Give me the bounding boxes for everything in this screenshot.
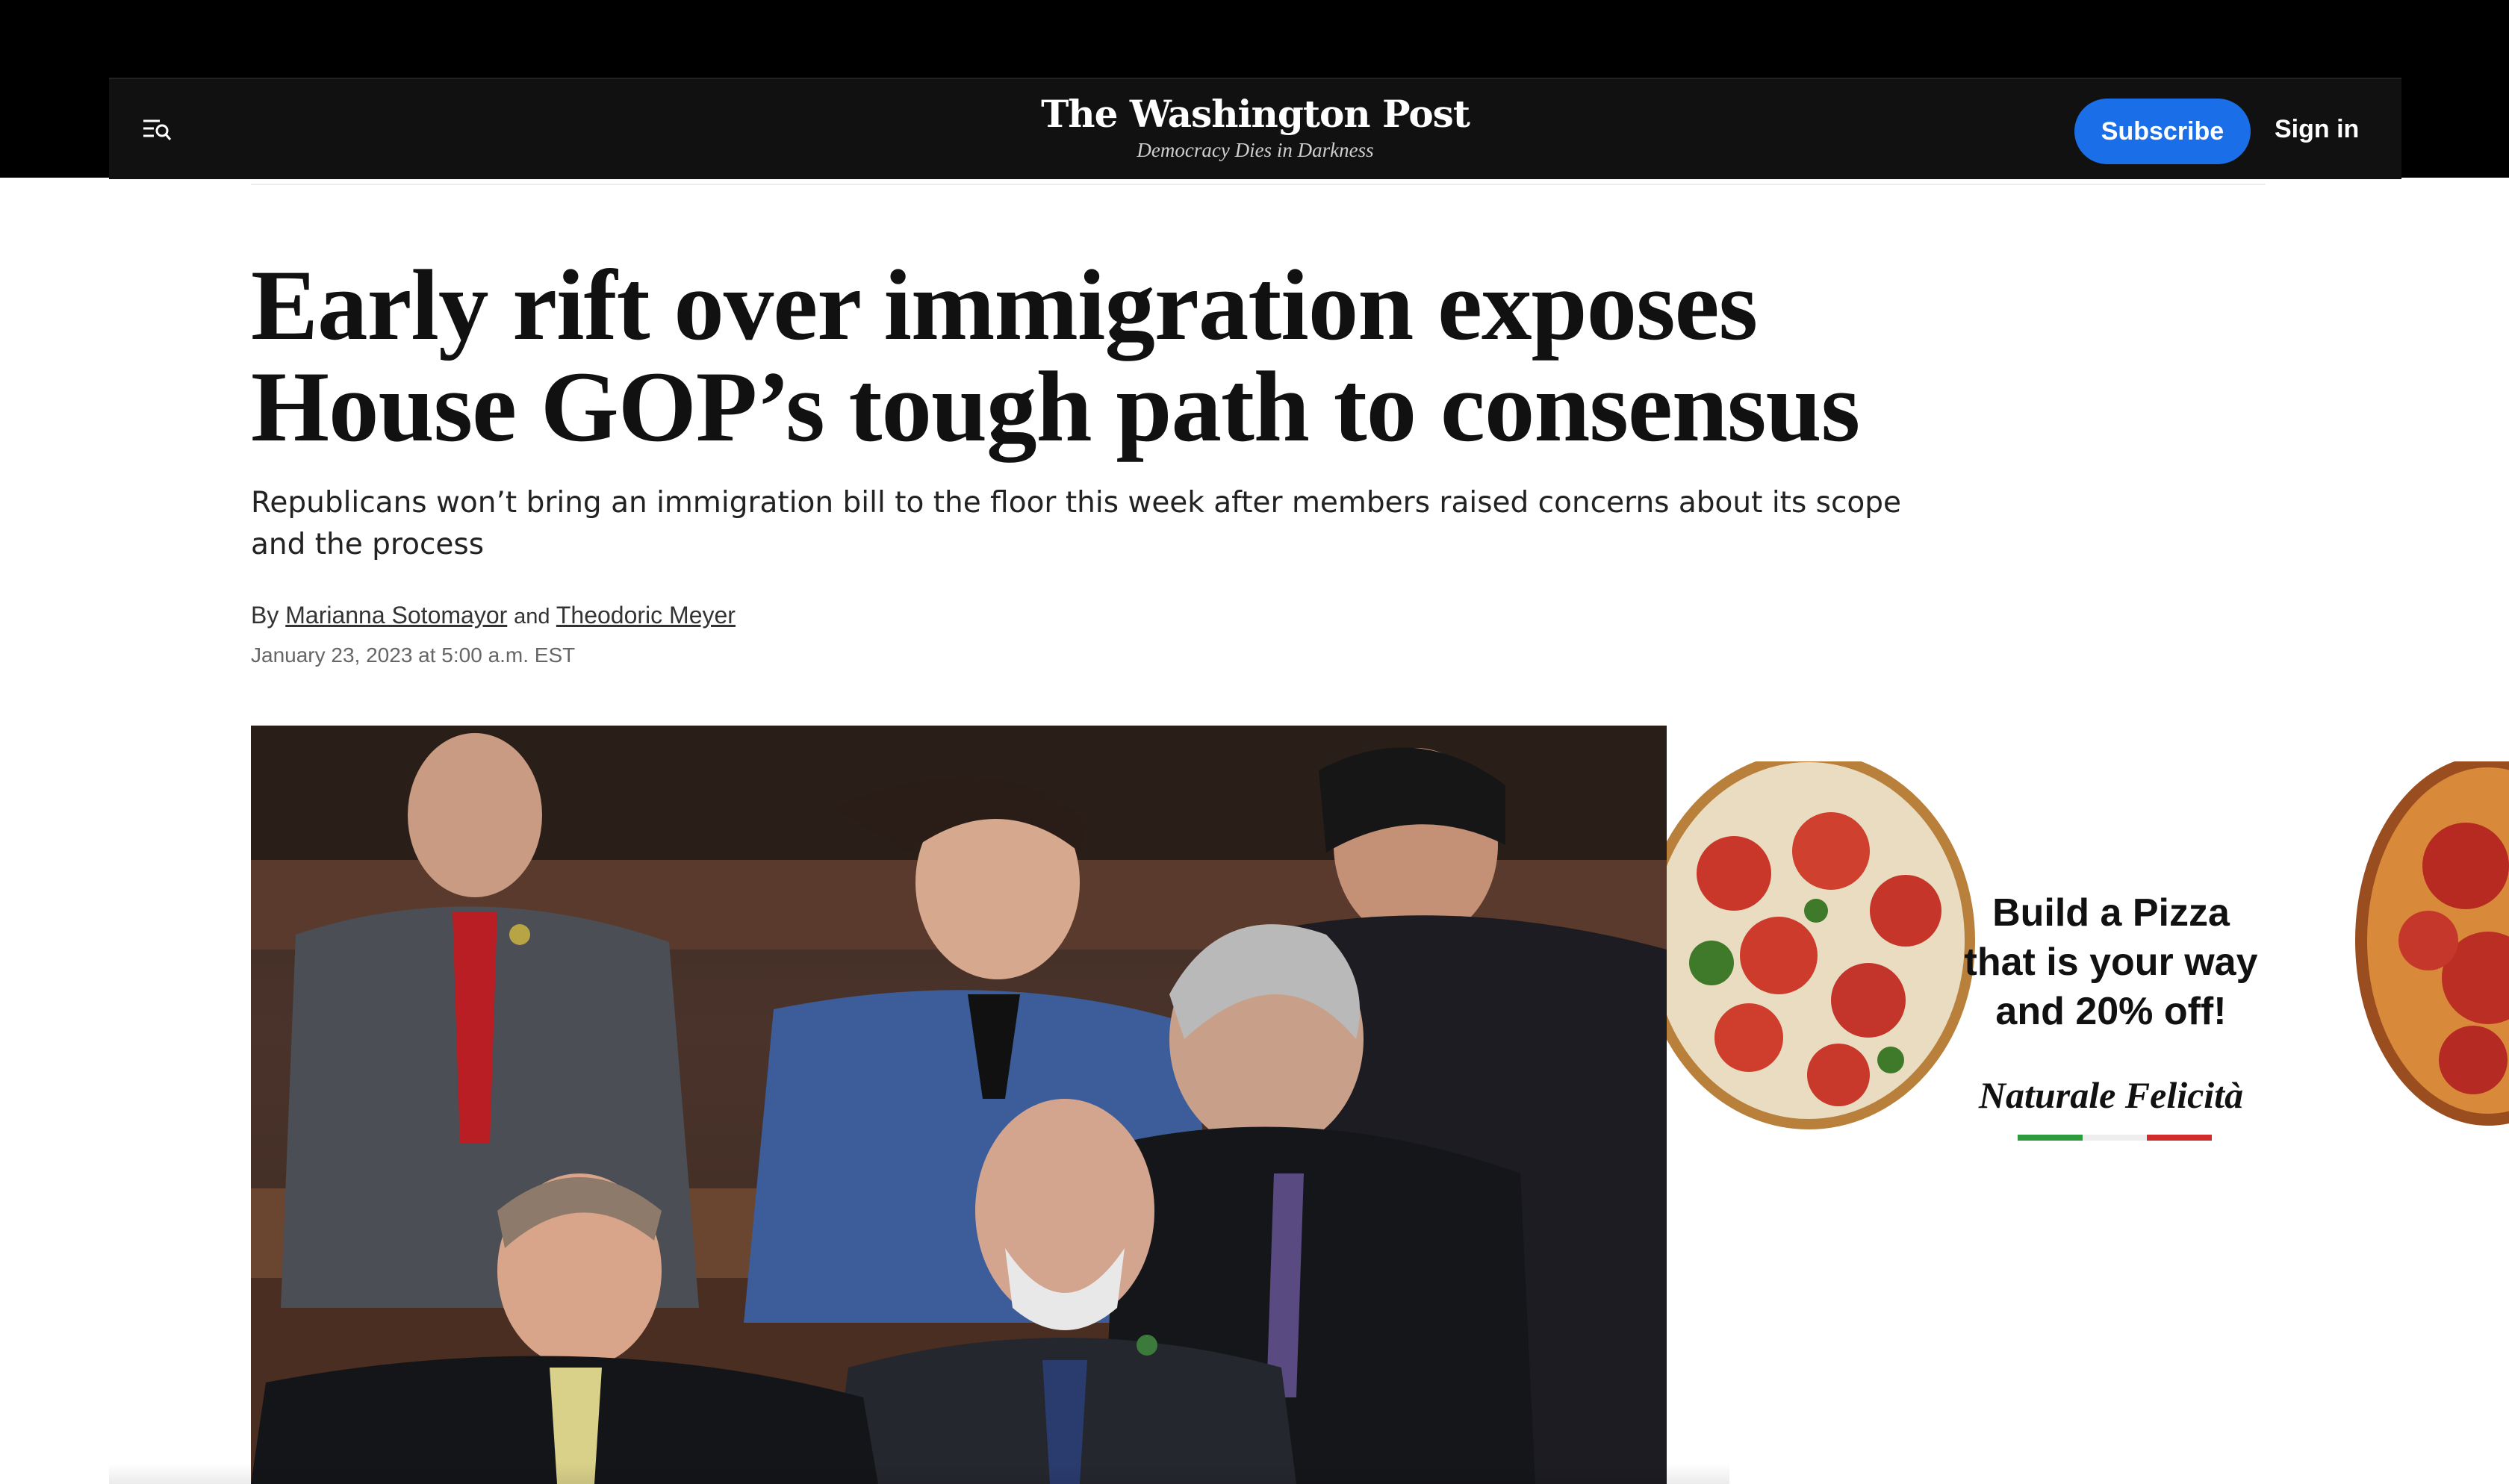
sign-in-link[interactable]: Sign in: [2275, 115, 2359, 144]
logo-title: The Washington Post: [1041, 92, 1470, 136]
header-divider: [251, 184, 2266, 185]
site-header: The Washington Post Democracy Dies in Da…: [109, 78, 2401, 179]
italian-flag-stripe-icon: [2018, 1135, 2212, 1141]
article-subheadline: Republicans won’t bring an immigration b…: [251, 486, 1902, 561]
article-headline: Early rift over immigration exposes Hous…: [251, 250, 1860, 463]
publish-date: January 23, 2023 at 5:00 a.m. EST: [251, 643, 576, 667]
pizza-ad[interactable]: Build a Pizza that is your way and 20% o…: [1667, 761, 2509, 1209]
author-link-2[interactable]: Theodoric Meyer: [556, 602, 736, 629]
bottom-shadow: [109, 1463, 1729, 1484]
lead-photo: [251, 726, 1667, 1484]
site-logo[interactable]: The Washington Post Democracy Dies in Da…: [109, 96, 2401, 162]
subscribe-button[interactable]: Subscribe: [2074, 99, 2251, 164]
byline-and: and: [514, 605, 550, 629]
byline-prefix: By: [251, 602, 279, 629]
byline: By Marianna Sotomayor and Theodoric Meye…: [251, 602, 736, 629]
ad-brand-logo: Naturale Felicità: [1978, 1074, 2244, 1116]
author-link-1[interactable]: Marianna Sotomayor: [285, 602, 507, 629]
ad-headline: Build a Pizza that is your way and 20% o…: [1964, 891, 2258, 1033]
logo-tagline: Democracy Dies in Darkness: [1137, 139, 1374, 161]
